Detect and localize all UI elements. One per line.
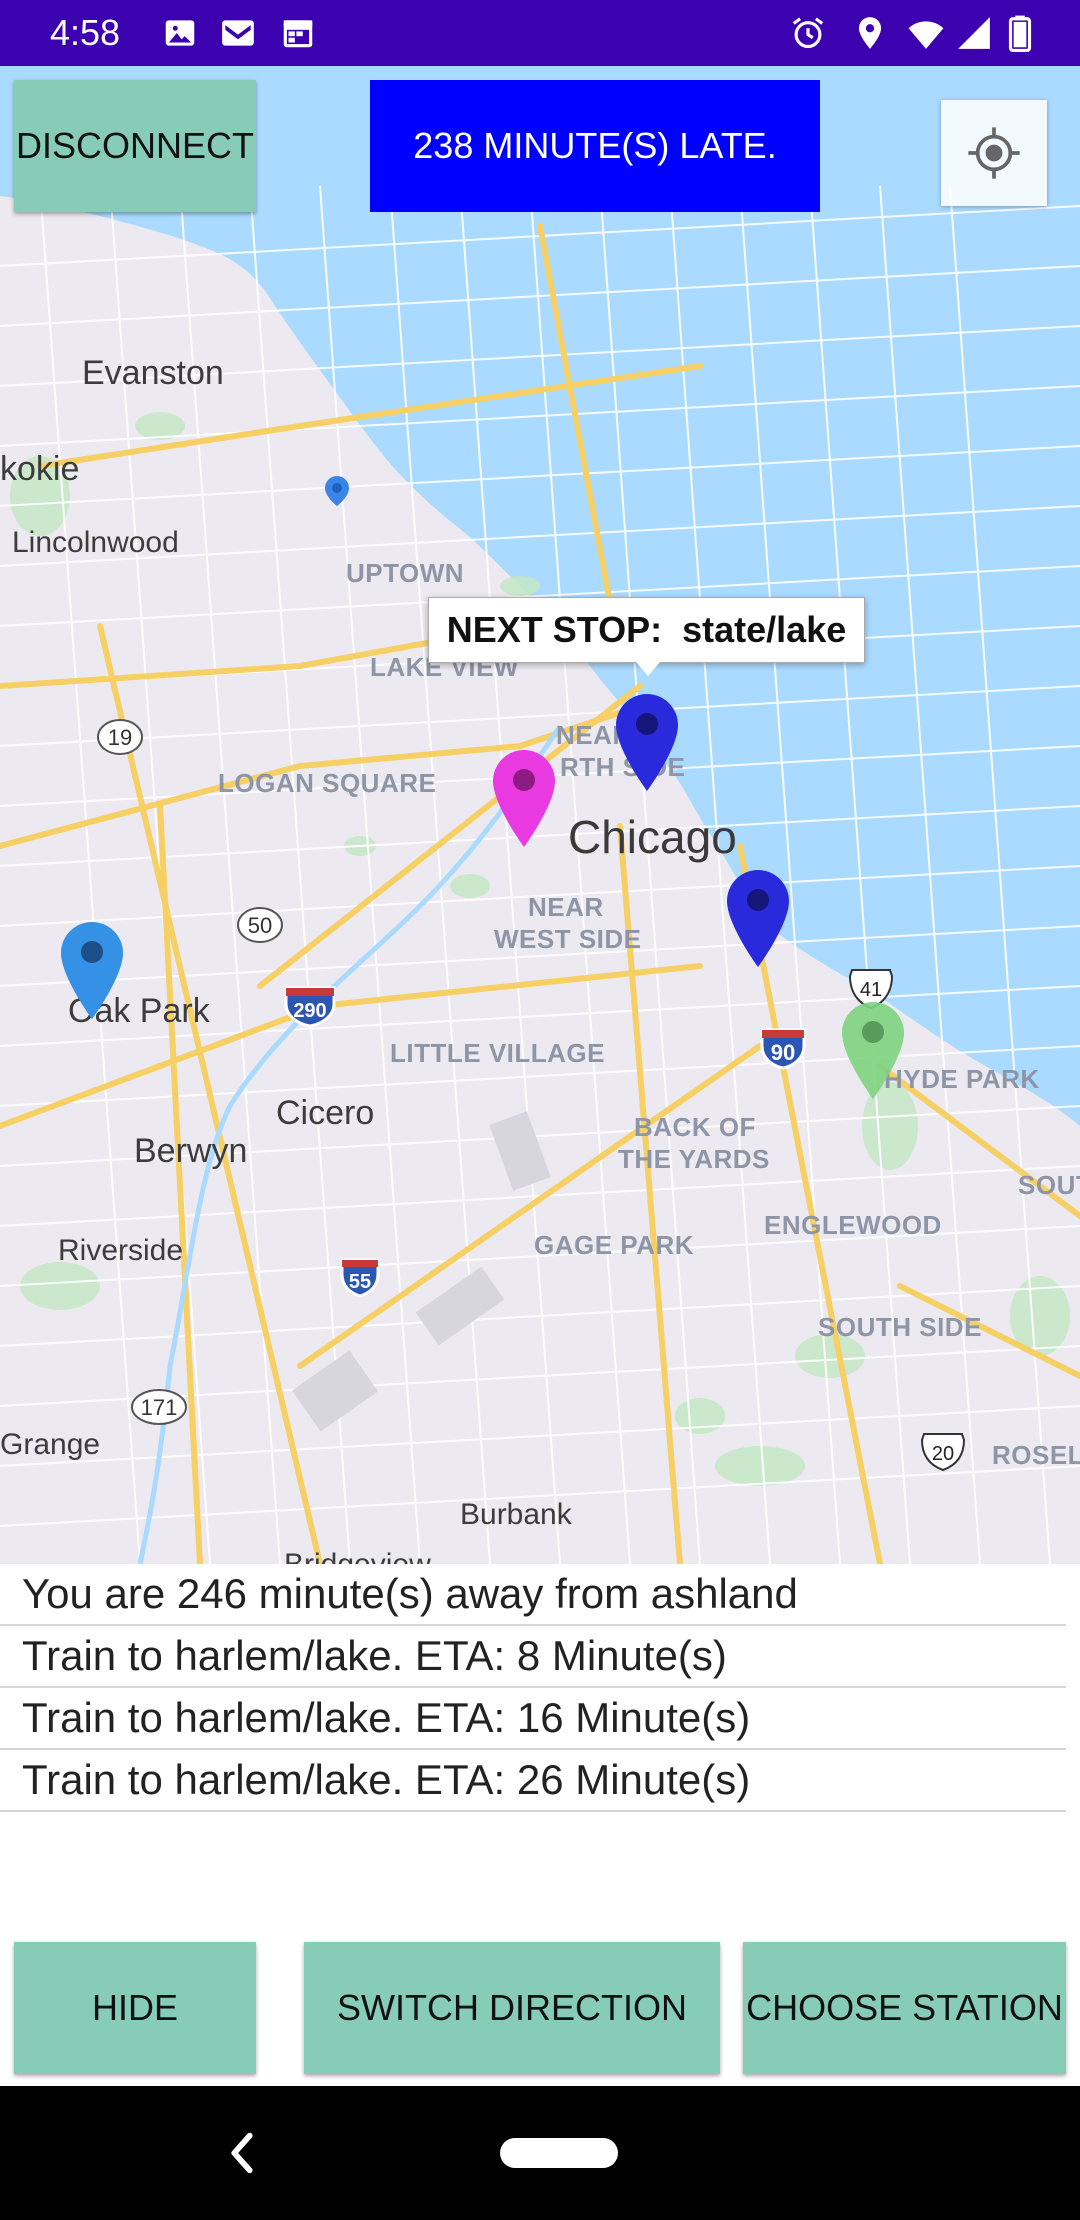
navigation-bar xyxy=(0,2086,1080,2220)
label-logan-square: LOGAN SQUARE xyxy=(218,768,437,798)
svg-text:171: 171 xyxy=(141,1395,178,1420)
map-pin-green[interactable] xyxy=(838,998,908,1108)
back-icon[interactable] xyxy=(222,2128,262,2178)
label-englewood: ENGLEWOOD xyxy=(764,1210,942,1240)
label-back-of-yards-1: BACK OF xyxy=(634,1112,756,1142)
interstate-shield-290: 290 xyxy=(284,986,336,1028)
label-chicago: Chicago xyxy=(568,811,737,863)
map-pin-oak-park[interactable] xyxy=(57,918,127,1028)
label-back-of-yards-2: THE YARDS xyxy=(618,1144,770,1174)
alarm-icon xyxy=(792,17,824,49)
label-little-village: LITTLE VILLAGE xyxy=(390,1038,605,1068)
label-skokie: kokie xyxy=(0,450,80,488)
calendar-icon xyxy=(283,20,313,48)
route-shield-20: 20 xyxy=(920,1433,966,1472)
label-south-shore: SOUT xyxy=(1018,1170,1080,1200)
list-item[interactable]: Train to harlem/lake. ETA: 26 Minute(s) xyxy=(0,1750,1066,1812)
label-south-side: SOUTH SIDE xyxy=(818,1312,982,1342)
next-stop-info-window: NEXT STOP: state/lake xyxy=(428,597,865,663)
label-evanston: Evanston xyxy=(82,354,224,392)
crosshair-icon xyxy=(968,127,1020,179)
choose-station-button[interactable]: CHOOSE STATION xyxy=(743,1942,1066,2074)
svg-text:55: 55 xyxy=(349,1271,371,1293)
disconnect-button[interactable]: DISCONNECT xyxy=(14,80,256,212)
map-pin-magenta[interactable] xyxy=(489,746,559,856)
home-pill-button[interactable] xyxy=(500,2138,618,2168)
label-near-west-1: NEAR xyxy=(528,892,604,922)
svg-text:20: 20 xyxy=(932,1443,954,1465)
signal-icon xyxy=(958,17,990,49)
svg-text:19: 19 xyxy=(108,725,132,750)
status-time: 4:58 xyxy=(50,12,121,53)
interstate-shield-90: 90 xyxy=(760,1028,806,1070)
wifi-icon xyxy=(908,21,944,49)
label-berwyn: Berwyn xyxy=(134,1132,248,1170)
small-location-marker xyxy=(325,476,349,506)
image-icon xyxy=(165,20,195,46)
gmail-icon xyxy=(222,20,254,46)
map-pin-next-stop[interactable] xyxy=(612,690,682,800)
label-uptown: UPTOWN xyxy=(346,558,465,588)
battery-icon xyxy=(1008,15,1032,52)
label-burbank: Burbank xyxy=(460,1498,572,1531)
label-cicero: Cicero xyxy=(276,1094,375,1132)
route-shield-19: 19 xyxy=(97,719,143,755)
label-roseland: ROSELA xyxy=(992,1440,1080,1470)
info-window-tail xyxy=(636,662,660,676)
status-bar: 4:58 xyxy=(0,0,1080,66)
svg-text:90: 90 xyxy=(771,1040,795,1065)
label-near-west-2: WEST SIDE xyxy=(494,924,642,954)
label-riverside: Riverside xyxy=(58,1234,184,1267)
switch-direction-button[interactable]: SWITCH DIRECTION xyxy=(304,1942,720,2074)
label-lincolnwood: Lincolnwood xyxy=(12,526,179,559)
hide-button[interactable]: HIDE xyxy=(14,1942,256,2074)
label-grange: Grange xyxy=(0,1428,101,1461)
location-icon xyxy=(858,17,882,49)
svg-text:290: 290 xyxy=(293,1000,326,1022)
arrivals-list: You are 246 minute(s) away from ashland … xyxy=(0,1564,1080,1812)
list-item[interactable]: You are 246 minute(s) away from ashland xyxy=(0,1564,1066,1626)
map-pin-south[interactable] xyxy=(723,866,793,976)
interstate-shield-55: 55 xyxy=(340,1258,380,1298)
svg-text:50: 50 xyxy=(248,913,272,938)
my-location-button[interactable] xyxy=(941,100,1047,206)
route-shield-171: 171 xyxy=(131,1389,187,1425)
list-item[interactable]: Train to harlem/lake. ETA: 8 Minute(s) xyxy=(0,1626,1066,1688)
label-gage-park: GAGE PARK xyxy=(534,1230,695,1260)
label-bridgeview: Bridgeview xyxy=(284,1548,431,1564)
route-shield-50: 50 xyxy=(237,907,283,943)
list-item[interactable]: Train to harlem/lake. ETA: 16 Minute(s) xyxy=(0,1688,1066,1750)
late-status-badge: 238 MINUTE(S) LATE. xyxy=(370,80,820,212)
